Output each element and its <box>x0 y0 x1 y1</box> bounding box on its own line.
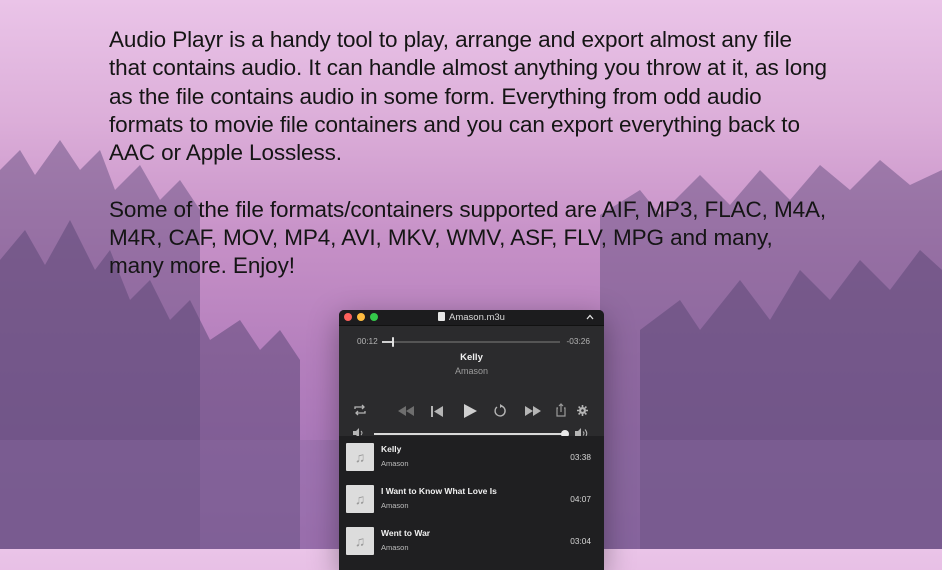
play-icon[interactable] <box>464 404 477 418</box>
album-art: ♫ <box>346 485 374 513</box>
song-artist: Amason <box>381 543 409 552</box>
album-art: ♫ <box>346 527 374 555</box>
window-title-text: Amason.m3u <box>449 312 505 323</box>
repeat-icon[interactable] <box>353 404 367 416</box>
song-title: I Want to Know What Love Is <box>381 486 497 496</box>
remaining-time: -03:26 <box>566 336 590 346</box>
song-duration: 04:07 <box>570 494 591 504</box>
elapsed-time: 00:12 <box>357 336 378 346</box>
window-title: Amason.m3u <box>339 311 604 324</box>
music-note-icon: ♫ <box>354 533 366 549</box>
replay-icon[interactable] <box>494 404 508 418</box>
rewind-icon[interactable] <box>398 406 414 416</box>
progress-fill <box>382 341 392 343</box>
audio-player-window: Amason.m3u 00:12 -03:26 Kelly Amason ♫ K… <box>339 310 604 570</box>
share-icon[interactable] <box>556 403 566 417</box>
song-duration: 03:38 <box>570 452 591 462</box>
player-controls: 00:12 -03:26 Kelly Amason <box>339 326 604 439</box>
previous-icon[interactable] <box>431 406 443 417</box>
progress-bar[interactable] <box>382 337 560 347</box>
description-paragraph-1: Audio Playr is a handy tool to play, arr… <box>109 27 827 166</box>
volume-fill <box>374 433 565 435</box>
song-title: Kelly <box>381 444 402 454</box>
document-icon <box>438 312 445 321</box>
song-duration: 03:04 <box>570 536 591 546</box>
progress-handle[interactable] <box>391 337 394 347</box>
music-note-icon: ♫ <box>354 449 366 465</box>
chevron-up-icon[interactable] <box>585 312 595 322</box>
playlist-row[interactable]: ♫ Went to War Amason 03:04 <box>339 520 604 562</box>
app-description: Audio Playr is a handy tool to play, arr… <box>109 26 829 281</box>
now-playing-title: Kelly <box>460 352 483 363</box>
song-artist: Amason <box>381 501 409 510</box>
playlist: ♫ Kelly Amason 03:38 ♫ I Want to Know Wh… <box>339 436 604 570</box>
gear-icon[interactable] <box>577 405 588 416</box>
song-artist: Amason <box>381 459 409 468</box>
music-note-icon: ♫ <box>354 491 366 507</box>
playlist-row[interactable]: ♫ I Want to Know What Love Is Amason 04:… <box>339 478 604 520</box>
description-paragraph-2: Some of the file formats/containers supp… <box>109 196 827 279</box>
song-title: Went to War <box>381 528 431 538</box>
fast-forward-icon[interactable] <box>525 406 541 416</box>
playlist-row[interactable]: ♫ Kelly Amason 03:38 <box>339 436 604 478</box>
album-art: ♫ <box>346 443 374 471</box>
volume-slider[interactable] <box>374 430 569 438</box>
window-titlebar: Amason.m3u <box>339 310 604 326</box>
now-playing-artist: Amason <box>454 366 489 376</box>
